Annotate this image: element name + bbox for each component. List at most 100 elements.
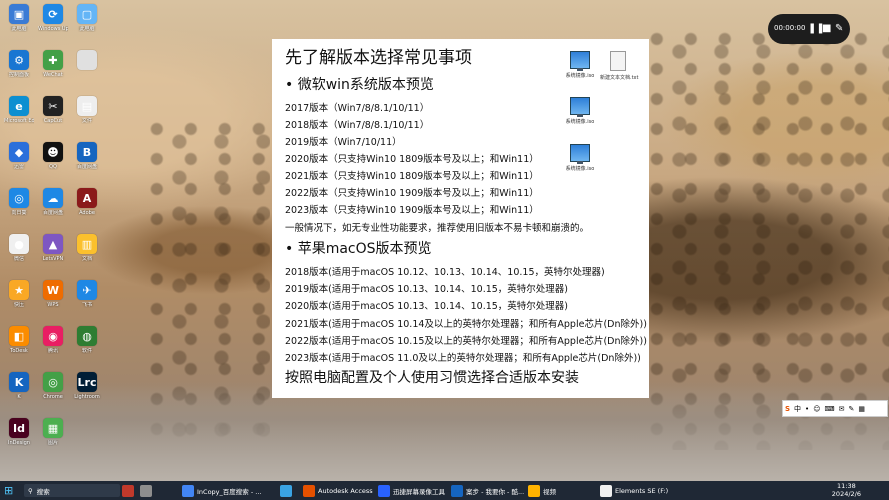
windows-logo-icon: ⊞ <box>4 484 14 497</box>
desktop-icon-label: 此电脑 <box>79 26 95 32</box>
mac-line: 2018版本(适用于macOS 10.12、10.13、10.14、10.15，… <box>285 267 605 278</box>
app-icon: ⚙ <box>9 50 29 70</box>
pen-icon[interactable]: ✎ <box>835 23 843 35</box>
app-icon: ▢ <box>77 4 97 24</box>
desktop-icon[interactable]: Id InDesign <box>4 418 34 446</box>
desktop-icon[interactable]: e Microsoft Edge <box>4 96 34 124</box>
app-icon: ▥ <box>77 234 97 254</box>
taskbar-app-label: 视频 <box>543 487 556 496</box>
desktop-icon-label: K <box>17 394 21 400</box>
desktop-icon[interactable]: KK <box>4 372 34 400</box>
ime-logo-icon[interactable]: S <box>785 405 790 413</box>
desktop-icon[interactable]: ☻ QQ <box>38 142 68 170</box>
desktop-icon-label: Windows Update <box>38 26 68 32</box>
taskbar-app[interactable]: InCopy_百度搜索 - ... <box>182 481 261 500</box>
desktop-icon[interactable]: ◎ 向日葵 <box>4 188 34 216</box>
desktop-icon[interactable]: ▣ 此电脑 <box>4 4 34 32</box>
desktop-icon[interactable]: ◆ 迅雷 <box>4 142 34 170</box>
desktop-icon[interactable]: ⟳ Windows Update <box>38 4 68 32</box>
file-icon[interactable]: 系统镜像.iso <box>562 97 598 125</box>
ime-language[interactable]: 中 <box>794 404 801 414</box>
desktop-icon-label: InDesign <box>8 440 30 446</box>
desktop-icon[interactable]: ✈ 飞书 <box>72 280 102 308</box>
taskbar-app[interactable] <box>280 481 295 500</box>
screen-recorder-toolbar: 00:00:00 ❚❚ ■ ✎ <box>768 14 850 44</box>
stop-icon[interactable]: ■ <box>822 23 831 35</box>
taskbar-clock[interactable]: 11:38 2024/2/6 <box>832 482 861 498</box>
win-line: 2017版本（Win7/8/8.1/10/11） <box>285 103 430 114</box>
recording-timer: 00:00:00 <box>774 24 806 32</box>
desktop-icon-label: LetsVPN <box>42 256 64 262</box>
ime-punct-icon[interactable]: • <box>805 405 809 413</box>
desktop-icon[interactable]: ☁ 百度网盘 <box>38 188 68 216</box>
desktop-icon[interactable]: ★ 快压 <box>4 280 34 308</box>
ime-toolbar[interactable]: S 中 • ☺ ⌨ ✉ ✎ ▦ <box>782 400 888 417</box>
desktop-icon[interactable]: W WPS <box>38 280 68 308</box>
taskbar-app[interactable]: Elements SE (F:) <box>600 481 668 500</box>
desktop-icon-label: 软件 <box>81 348 92 354</box>
app-icon: ◍ <box>77 326 97 346</box>
desktop-icon[interactable]: B 百度网盘 <box>72 142 102 170</box>
desktop-icon[interactable]: Lrc Lightroom <box>72 372 102 400</box>
file-icon[interactable]: 系统镜像.iso <box>562 144 598 172</box>
start-button[interactable]: ⊞ <box>4 481 13 500</box>
desktop-icon[interactable]: ◎ Chrome <box>38 372 68 400</box>
taskbar-app[interactable]: 迅捷屏幕录像工具 <box>378 481 445 500</box>
desktop-icon-label: Microsoft Edge <box>4 118 34 124</box>
app-icon: Lrc <box>77 372 97 392</box>
win-line: 2022版本（只支持Win10 1909版本号及以上；和Win11） <box>285 188 539 199</box>
desktop-icon[interactable] <box>72 50 102 72</box>
taskbar-app[interactable] <box>122 481 137 500</box>
ime-mail-icon[interactable]: ✉ <box>839 405 845 413</box>
desktop-icon-label: 快压 <box>13 302 24 308</box>
desktop-icon[interactable]: ⚙ 控制面板 <box>4 50 34 78</box>
document-icon <box>610 51 626 71</box>
desktop-icon[interactable]: A Adobe <box>72 188 102 216</box>
ime-emoji-icon[interactable]: ☺ <box>813 405 820 413</box>
mac-line: 2019版本(适用于macOS 10.13、10.14、10.15，英特尔处理器… <box>285 284 569 295</box>
taskbar-app[interactable] <box>140 481 155 500</box>
desktop-icon[interactable]: ◉ 腾讯 <box>38 326 68 354</box>
desktop-icon[interactable]: ◍ 软件 <box>72 326 102 354</box>
desktop-icon-label: 飞书 <box>81 302 92 308</box>
ime-grid-icon[interactable]: ▦ <box>858 405 865 413</box>
desktop-icon[interactable]: ✂ CapCut <box>38 96 68 124</box>
app-icon <box>140 484 152 497</box>
app-icon <box>600 484 612 497</box>
app-icon <box>122 484 134 497</box>
desktop-icon-label: CapCut <box>43 118 63 124</box>
file-icon[interactable]: 系统镜像.iso <box>562 51 598 79</box>
app-icon: ◆ <box>9 142 29 162</box>
desktop-icon[interactable]: ▦ 图片 <box>38 418 68 446</box>
desktop-icon[interactable]: ▢ 此电脑 <box>72 4 102 32</box>
desktop-icon[interactable]: ● 微信 <box>4 234 34 262</box>
desktop-icon-label: 图片 <box>47 440 58 446</box>
app-icon: ▣ <box>9 4 29 24</box>
computer-icon <box>570 97 590 117</box>
win-line: 2020版本（只支持Win10 1809版本号及以上；和Win11） <box>285 154 539 165</box>
app-icon: ◎ <box>43 372 63 392</box>
desktop-icon[interactable]: ▤ 文件 <box>72 96 102 124</box>
desktop-icon-label: 向日葵 <box>11 210 27 216</box>
app-icon: B <box>77 142 97 162</box>
desktop-icon-label: 控制面板 <box>8 72 29 78</box>
taskbar-app[interactable]: Autodesk Access <box>303 481 373 500</box>
ime-keyboard-icon[interactable]: ⌨ <box>825 405 835 413</box>
app-icon: ☻ <box>43 142 63 162</box>
desktop-icon[interactable]: ✚ WeChat <box>38 50 68 78</box>
desktop-icon[interactable]: ◧ ToDesk <box>4 326 34 354</box>
taskbar-app[interactable]: 案步 - 我要你 - 酷... <box>451 481 524 500</box>
desktop-icon-label: QQ <box>49 164 57 170</box>
app-icon: ▦ <box>43 418 63 438</box>
clock-time: 11:38 <box>837 482 856 490</box>
desktop-icon-label: Chrome <box>43 394 63 400</box>
app-icon <box>280 484 292 497</box>
desktop-icon-label: Lightroom <box>74 394 100 400</box>
file-icon[interactable]: 新建文本文档.txt <box>600 51 638 81</box>
taskbar-search[interactable]: ⚲ 搜索 <box>24 484 120 497</box>
desktop-icon[interactable]: ▲ LetsVPN <box>38 234 68 262</box>
desktop-icon[interactable]: ▥ 文档 <box>72 234 102 262</box>
taskbar-app[interactable]: 视频 <box>528 481 556 500</box>
app-icon: ● <box>9 234 29 254</box>
ime-pen-icon[interactable]: ✎ <box>848 405 854 413</box>
